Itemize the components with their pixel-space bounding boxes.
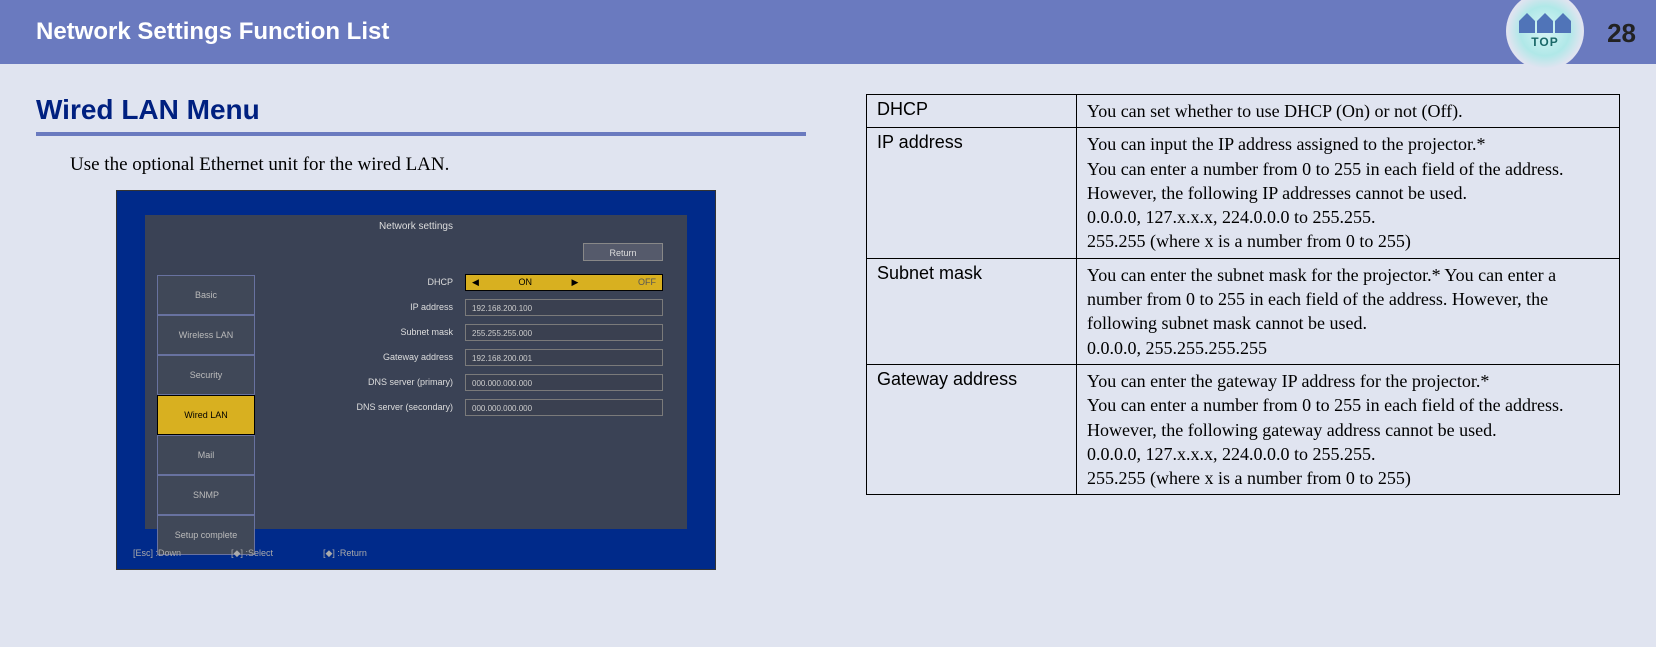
sidebar-tab[interactable]: Mail	[157, 435, 255, 475]
section-title: Wired LAN Menu	[36, 94, 806, 126]
field-row: DNS server (secondary)000.000.000.000	[265, 396, 663, 418]
setting-name: Gateway address	[867, 364, 1077, 494]
field-row: DNS server (primary)000.000.000.000	[265, 371, 663, 393]
sidebar-tab[interactable]: Basic	[157, 275, 255, 315]
table-row: DHCPYou can set whether to use DHCP (On)…	[867, 95, 1620, 128]
screenshot-sidebar: BasicWireless LANSecurityWired LANMailSN…	[157, 275, 255, 555]
footer-hint: [Esc] :Down	[133, 548, 181, 559]
screenshot-fields: DHCP◀ON▶OFF IP address192.168.200.100 Subn…	[265, 271, 663, 421]
field-label: DNS server (secondary)	[265, 402, 465, 412]
setting-name: Subnet mask	[867, 258, 1077, 364]
left-column: Wired LAN Menu Use the optional Ethernet…	[36, 94, 806, 570]
sidebar-tab[interactable]: Security	[157, 355, 255, 395]
field-label: IP address	[265, 302, 465, 312]
sidebar-tab[interactable]: Wired LAN	[157, 395, 255, 435]
field-value[interactable]: 192.168.200.100	[465, 299, 663, 316]
content-area: Wired LAN Menu Use the optional Ethernet…	[0, 64, 1656, 570]
field-row: IP address192.168.200.100	[265, 296, 663, 318]
intro-text: Use the optional Ethernet unit for the w…	[70, 154, 806, 176]
field-label: DNS server (primary)	[265, 377, 465, 387]
field-label: Gateway address	[265, 352, 465, 362]
settings-table: DHCPYou can set whether to use DHCP (On)…	[866, 94, 1620, 495]
section-underline	[36, 132, 806, 136]
right-column: DHCPYou can set whether to use DHCP (On)…	[866, 94, 1620, 570]
sidebar-tab[interactable]: Wireless LAN	[157, 315, 255, 355]
footer-hint: [◆] :Return	[323, 548, 367, 559]
setting-description: You can set whether to use DHCP (On) or …	[1077, 95, 1620, 128]
field-value[interactable]: 255.255.255.000	[465, 324, 663, 341]
field-label: DHCP	[265, 277, 465, 287]
page-header: Network Settings Function List TOP 28	[0, 0, 1656, 64]
sidebar-tab[interactable]: SNMP	[157, 475, 255, 515]
field-value[interactable]: 000.000.000.000	[465, 399, 663, 416]
menu-screenshot: Network settings Return BasicWireless LA…	[116, 190, 716, 570]
table-row: Gateway addressYou can enter the gateway…	[867, 364, 1620, 494]
field-value[interactable]: 192.168.200.001	[465, 349, 663, 366]
page-number: 28	[1607, 18, 1636, 49]
setting-description: You can input the IP address assigned to…	[1077, 128, 1620, 258]
setting-name: DHCP	[867, 95, 1077, 128]
screenshot-footer: [Esc] :Down [◆] :Select [◆] :Return	[133, 548, 367, 559]
field-row: Gateway address192.168.200.001	[265, 346, 663, 368]
home-icon: TOP	[1519, 13, 1571, 49]
header-title: Network Settings Function List	[36, 18, 389, 46]
setting-description: You can enter the gateway IP address for…	[1077, 364, 1620, 494]
field-label: Subnet mask	[265, 327, 465, 337]
table-row: IP addressYou can input the IP address a…	[867, 128, 1620, 258]
setting-name: IP address	[867, 128, 1077, 258]
field-row: DHCP◀ON▶OFF	[265, 271, 663, 293]
table-row: Subnet maskYou can enter the subnet mask…	[867, 258, 1620, 364]
footer-hint: [◆] :Select	[231, 548, 273, 559]
setting-description: You can enter the subnet mask for the pr…	[1077, 258, 1620, 364]
screenshot-panel: Network settings Return BasicWireless LA…	[145, 215, 687, 529]
screenshot-title: Network settings	[145, 221, 687, 232]
dhcp-toggle[interactable]: ◀ON▶OFF	[465, 274, 663, 291]
return-button[interactable]: Return	[583, 243, 663, 261]
top-label: TOP	[1519, 35, 1571, 49]
top-home-button[interactable]: TOP	[1506, 0, 1584, 70]
field-row: Subnet mask255.255.255.000	[265, 321, 663, 343]
field-value[interactable]: 000.000.000.000	[465, 374, 663, 391]
